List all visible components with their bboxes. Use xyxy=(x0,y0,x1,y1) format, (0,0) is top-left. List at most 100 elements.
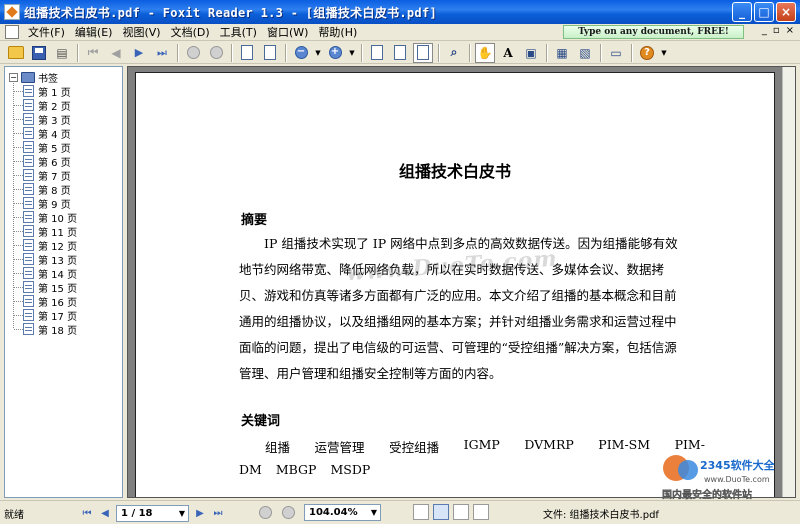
bookmark-page-13[interactable]: 第 13 页 xyxy=(13,252,78,267)
bookmark-page-icon xyxy=(23,183,34,195)
text-select-button[interactable]: A xyxy=(498,43,518,63)
bookmark-page-icon xyxy=(23,225,34,237)
chevron-down-icon: ▼ xyxy=(349,48,355,57)
status-back-button[interactable] xyxy=(259,506,272,519)
mdi-close-button[interactable]: × xyxy=(786,25,794,36)
mdi-restore-button[interactable]: ▫ xyxy=(773,25,780,36)
abstract-line: 面临的问题，提出了电信级的可运营、可管理的“受控组播”解决方案，包括信源 xyxy=(239,340,677,355)
save-disk-icon xyxy=(32,45,46,60)
close-button[interactable]: × xyxy=(776,2,796,22)
snapshot-button[interactable]: ▣ xyxy=(521,43,541,63)
continuous-facing-button[interactable] xyxy=(473,504,489,520)
bookmark-page-9[interactable]: 第 9 页 xyxy=(13,196,77,211)
bookmark-page-7[interactable]: 第 7 页 xyxy=(13,168,77,183)
zoom-out-dropdown[interactable]: ▼ xyxy=(314,43,322,63)
bookmark-page-10[interactable]: 第 10 页 xyxy=(13,210,77,225)
open-button[interactable] xyxy=(6,43,26,63)
zoom-in-dropdown[interactable]: ▼ xyxy=(348,43,356,63)
bookmark-page-6[interactable]: 第 6 页 xyxy=(13,154,77,169)
single-page-button[interactable] xyxy=(413,504,429,520)
fit-page-button[interactable] xyxy=(390,43,410,63)
collapse-toggle[interactable]: − xyxy=(9,72,18,82)
status-last-page-button[interactable]: ⏭ xyxy=(209,504,227,522)
minimize-button[interactable]: _ xyxy=(732,2,752,22)
actual-size-button[interactable] xyxy=(367,43,387,63)
menu-view[interactable]: 视图(V) xyxy=(117,24,165,41)
continuous-button[interactable] xyxy=(433,504,449,520)
status-first-page-button[interactable]: ⏮ xyxy=(78,504,96,522)
file-name-label: 文件: 组播技术白皮书.pdf xyxy=(543,510,659,521)
print-button[interactable]: ▤ xyxy=(52,43,72,63)
bookmark-page-icon xyxy=(23,99,34,111)
keywords-heading: 关键词 xyxy=(241,414,281,429)
bookmark-page-17[interactable]: 第 17 页 xyxy=(13,308,77,323)
help-dropdown[interactable]: ▼ xyxy=(660,43,668,63)
next-page-button[interactable]: ▶ xyxy=(129,43,149,63)
bookmark-page-1[interactable]: 第 1 页 xyxy=(13,84,77,99)
last-page-button[interactable]: ⏭ xyxy=(152,43,172,63)
save-button[interactable] xyxy=(29,43,49,63)
page-number-field[interactable]: 1 / 18 ▼ xyxy=(116,504,189,522)
full-screen-button[interactable]: ▧ xyxy=(575,43,595,63)
keywords-row: 组播 运营管理 受控组播 IGMP DVMRP PIM-SM PIM- xyxy=(239,437,705,456)
status-previous-page-button[interactable]: ◀ xyxy=(96,504,114,522)
vertical-scrollbar[interactable] xyxy=(782,67,795,497)
bookmark-page-2[interactable]: 第 2 页 xyxy=(13,98,77,113)
menu-window[interactable]: 窗口(W) xyxy=(262,24,313,41)
bookmark-page-11[interactable]: 第 11 页 xyxy=(13,224,78,239)
bookmark-page-5[interactable]: 第 5 页 xyxy=(13,140,77,155)
bookmark-label: 第 18 页 xyxy=(38,325,78,337)
maximize-button[interactable]: □ xyxy=(754,2,774,22)
status-forward-button[interactable] xyxy=(282,506,295,519)
menu-edit[interactable]: 编辑(E) xyxy=(70,24,118,41)
document-icon[interactable] xyxy=(5,25,19,39)
zoom-out-button[interactable]: − xyxy=(291,43,311,63)
bookmark-page-14[interactable]: 第 14 页 xyxy=(13,266,77,281)
keywords-row: DM MBGP MSDP xyxy=(239,462,370,477)
rotate-right-button[interactable] xyxy=(260,43,280,63)
page-navigation: ⏮ ◀ 1 / 18 ▼ ▶ ⏭ xyxy=(78,504,227,522)
mdi-buttons: _ ▫ × xyxy=(762,25,794,36)
bookmark-page-16[interactable]: 第 16 页 xyxy=(13,294,77,309)
zoom-out-icon: − xyxy=(294,46,308,59)
bookmark-page-icon xyxy=(23,295,34,307)
mdi-minimize-button[interactable]: _ xyxy=(762,25,767,36)
menu-file[interactable]: 文件(F) xyxy=(23,24,70,41)
preferences-button[interactable]: ▭ xyxy=(606,43,626,63)
menu-tools[interactable]: 工具(T) xyxy=(215,24,262,41)
bookmarks-panel-button[interactable]: ▦ xyxy=(552,43,572,63)
bookmark-page-15[interactable]: 第 15 页 xyxy=(13,280,77,295)
bookmarks-root-label: 书签 xyxy=(38,73,58,85)
menu-document[interactable]: 文档(D) xyxy=(166,24,215,41)
facing-button[interactable] xyxy=(453,504,469,520)
bookmarks-root[interactable]: − 书签 xyxy=(9,70,58,85)
zoom-value: 104.04% xyxy=(309,507,358,518)
bookmark-page-3[interactable]: 第 3 页 xyxy=(13,112,77,127)
bookmark-page-18[interactable]: 第 18 页 xyxy=(13,322,78,337)
hand-tool-button[interactable]: ✋ xyxy=(475,42,495,63)
bookmark-label: 第 11 页 xyxy=(38,227,78,239)
forward-button[interactable] xyxy=(206,43,226,63)
help-button[interactable]: ? xyxy=(637,43,657,63)
previous-page-button[interactable]: ◀ xyxy=(106,43,126,63)
document-view[interactable]: 组播技术白皮书 摘要 IP 组播技术实现了 IP 网络中点到多点的高效数据传送。… xyxy=(127,66,796,498)
zoom-field[interactable]: 104.04% ▼ xyxy=(304,504,381,521)
status-next-page-button[interactable]: ▶ xyxy=(191,504,209,522)
toolbar-separator xyxy=(177,43,179,62)
bookmark-page-icon xyxy=(23,253,34,265)
abstract-line: 地节约网络带宽、降低网络负载，所以在实时数据传送、多媒体会议、数据拷 xyxy=(239,262,665,277)
bookmark-label: 第 13 页 xyxy=(38,255,78,267)
menu-help[interactable]: 帮助(H) xyxy=(313,24,362,41)
back-circle-icon xyxy=(186,46,200,59)
fit-width-button[interactable] xyxy=(413,42,433,63)
find-button[interactable]: ⌕ xyxy=(444,43,464,63)
rotate-left-button[interactable] xyxy=(237,43,257,63)
back-button[interactable] xyxy=(183,43,203,63)
bookmark-label: 第 6 页 xyxy=(38,157,71,169)
zoom-in-button[interactable]: + xyxy=(325,43,345,63)
bookmark-page-8[interactable]: 第 8 页 xyxy=(13,182,77,197)
bookmark-page-12[interactable]: 第 12 页 xyxy=(13,238,77,253)
bookmark-page-4[interactable]: 第 4 页 xyxy=(13,126,77,141)
first-page-button[interactable]: ⏮ xyxy=(83,43,103,63)
ad-banner[interactable]: Type on any document, FREE! xyxy=(563,25,744,39)
